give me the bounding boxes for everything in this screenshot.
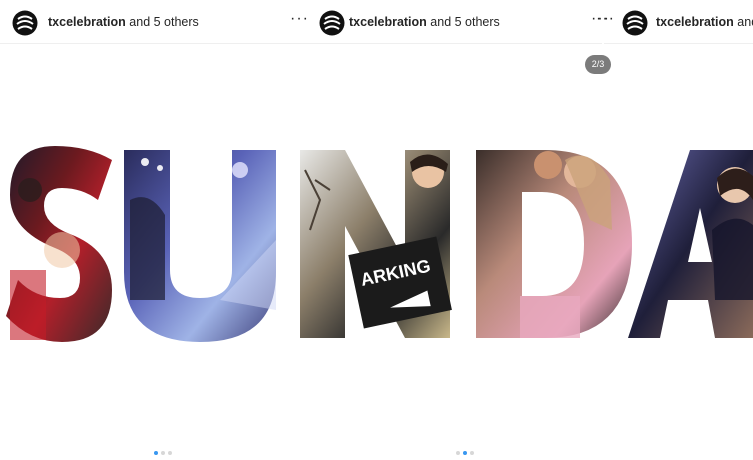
letter-n-image: ARKING	[300, 150, 452, 338]
letter-u-image	[124, 150, 276, 342]
more-options-icon[interactable]: ···	[596, 11, 615, 27]
carousel-dot	[161, 451, 165, 455]
letter-a-image	[628, 150, 753, 338]
letter-s-image	[6, 146, 112, 342]
sunday-artwork: ARKING	[6, 146, 753, 342]
carousel-dot	[456, 451, 460, 455]
carousel-dot	[168, 451, 172, 455]
letter-d-image	[476, 150, 632, 338]
carousel-dot	[470, 451, 474, 455]
carousel-dot-active	[463, 451, 467, 455]
carousel-dot-active	[154, 451, 158, 455]
